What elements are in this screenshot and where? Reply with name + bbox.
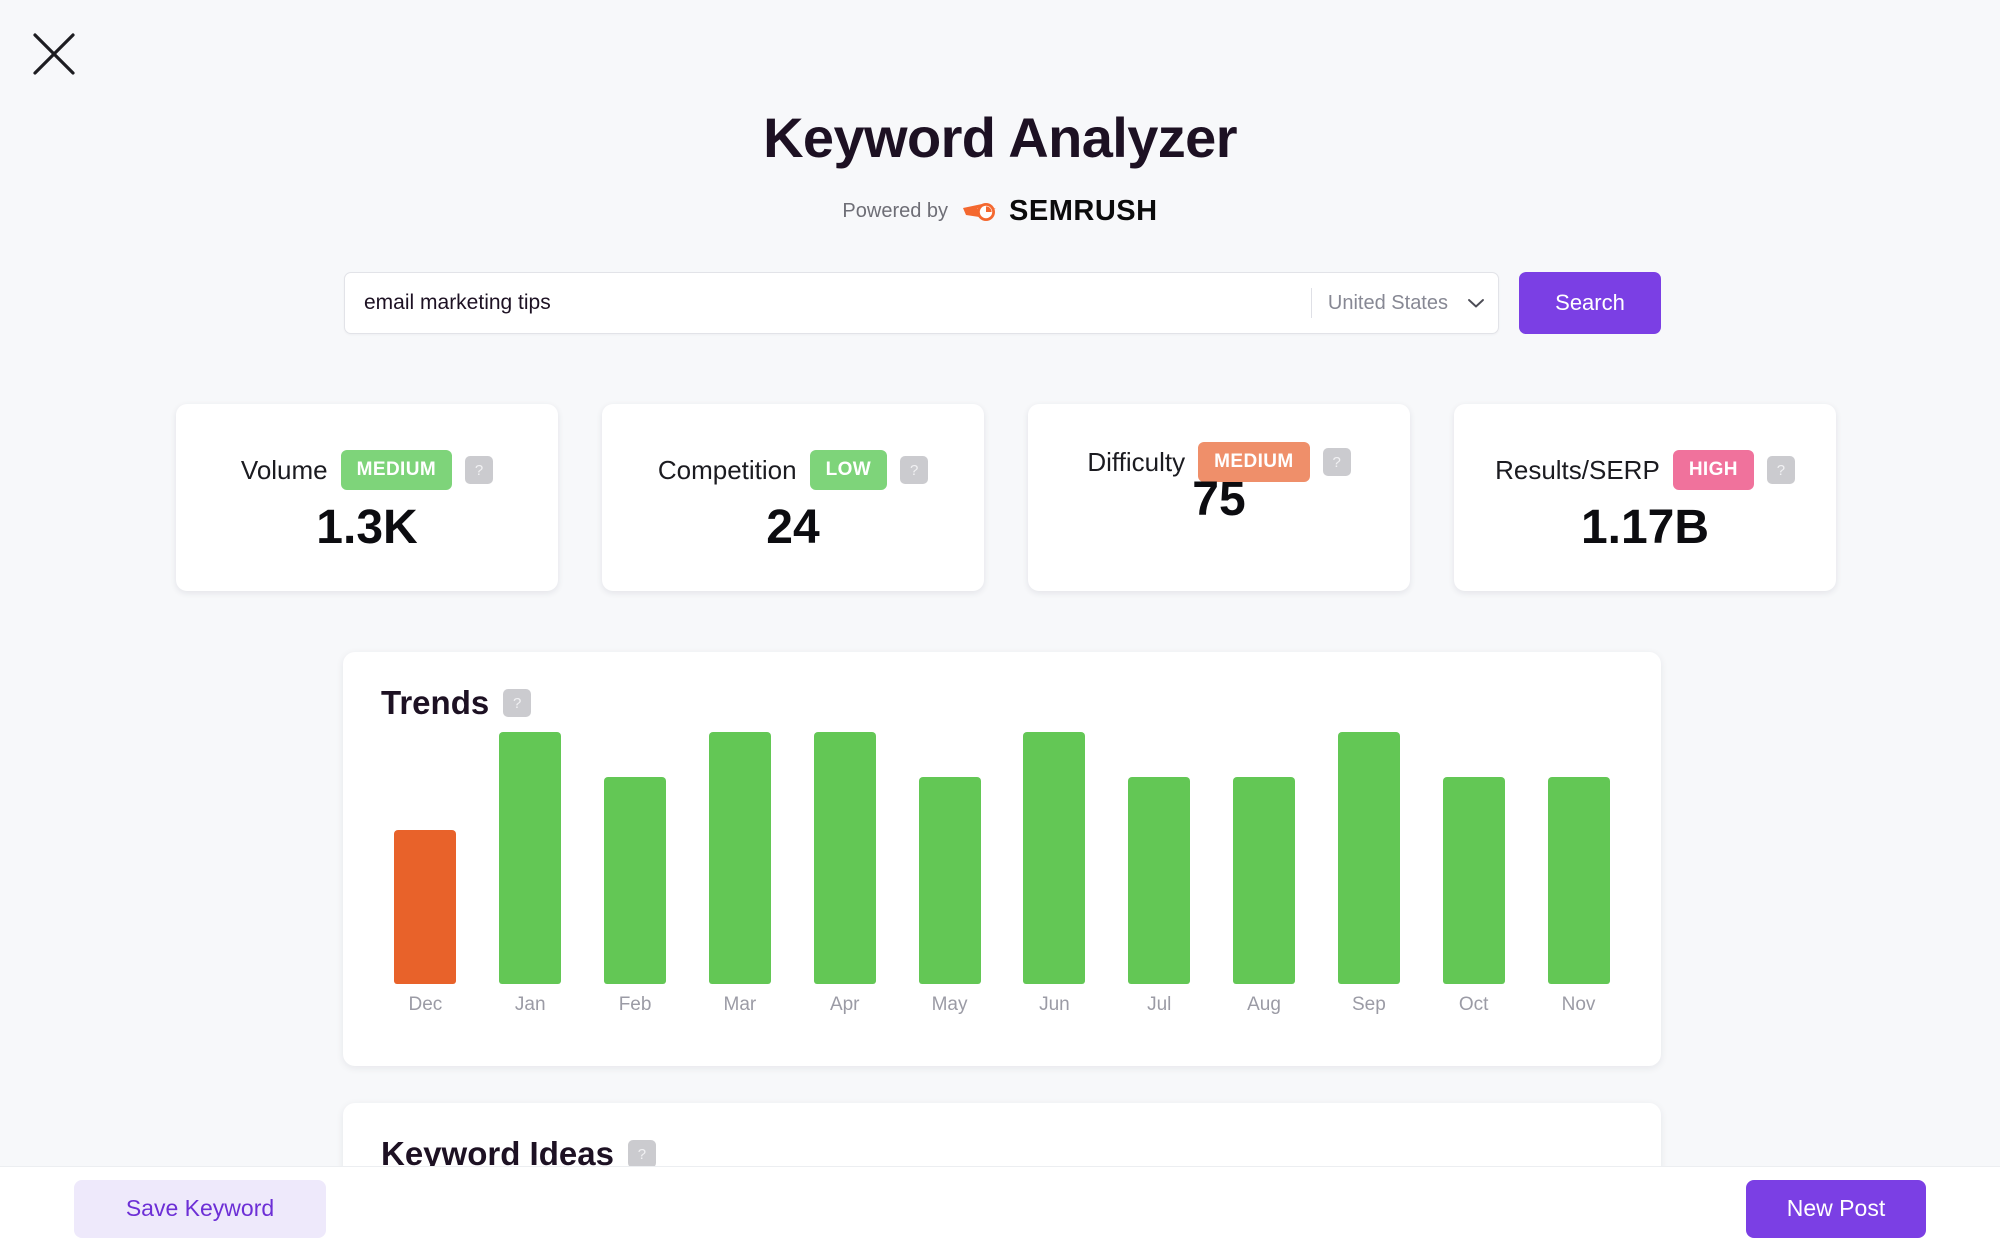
chart-bar-slot <box>583 732 688 984</box>
search-input[interactable] <box>345 273 1311 333</box>
metric-label: Competition <box>657 454 797 485</box>
chart-bar-slot <box>373 732 478 984</box>
chart-bar <box>604 777 667 984</box>
powered-by-label: Powered by <box>842 200 949 222</box>
chart-bar-slot <box>792 732 897 984</box>
semrush-logo: SEMRUSH <box>962 195 1158 228</box>
save-keyword-button[interactable]: Save Keyword <box>74 1179 326 1238</box>
chart-x-label: May <box>931 994 968 1015</box>
chart-x-label: Sep <box>1351 994 1386 1015</box>
chart-x-label: Feb <box>618 994 652 1015</box>
chart-bar <box>1337 732 1400 984</box>
metric-card-results-serp: Results/SERP HIGH ? 1.17B <box>1454 404 1836 591</box>
chart-bar-slot <box>897 732 1002 984</box>
page-title: Keyword Analyzer <box>763 106 1237 169</box>
metric-value: 1.17B <box>1580 501 1710 554</box>
keyword-analyzer-modal: Keyword Analyzer Powered by SEMRUSH Unit… <box>0 0 2000 1250</box>
help-icon[interactable]: ? <box>465 456 494 484</box>
metric-header: Competition LOW ? <box>602 450 984 490</box>
search-row: United States Search <box>344 272 1661 334</box>
chart-bar <box>918 777 981 984</box>
chevron-down-icon[interactable] <box>1454 273 1498 333</box>
chart-bar <box>394 830 457 984</box>
powered-by-row: Powered by SEMRUSH <box>0 195 2000 228</box>
chart-bar-slot <box>1107 732 1212 984</box>
semrush-comet-icon <box>963 202 997 221</box>
chart-bar-slot <box>478 732 583 984</box>
chart-x-label: Aug <box>1247 994 1281 1015</box>
trends-bar-chart: Dec Jan Feb Mar Apr May Jun Jul Aug Sep Oct Nov <box>373 732 1631 1048</box>
help-icon[interactable]: ? <box>503 689 532 717</box>
trends-panel: Trends ? Dec Jan Feb Mar Apr May Jun Jul Aug Sep O… <box>343 652 1661 1066</box>
trends-title: Trends <box>381 684 490 721</box>
metric-label: Volume <box>240 454 328 485</box>
chart-x-label: Apr <box>829 994 860 1015</box>
chart-x-label: Mar <box>723 994 757 1015</box>
chart-x-label: Jul <box>1147 994 1172 1015</box>
metric-header: Volume MEDIUM ? <box>176 450 558 490</box>
chart-x-label: Oct <box>1458 994 1489 1015</box>
chart-bar-slot <box>1421 732 1526 984</box>
metric-card-competition: Competition LOW ? 24 <box>602 404 984 591</box>
chart-x-axis-labels: Dec Jan Feb Mar Apr May Jun Jul Aug Sep Oct Nov <box>373 994 1631 1016</box>
metric-card-difficulty: Difficulty MEDIUM ? 75 <box>1028 404 1410 591</box>
chart-bars <box>373 732 1631 984</box>
chart-x-label: Jun <box>1039 994 1070 1015</box>
metric-header: Results/SERP HIGH ? <box>1454 450 1836 490</box>
chart-bar <box>1442 777 1505 984</box>
metric-label: Results/SERP <box>1495 454 1660 485</box>
chart-x-label: Jan <box>514 994 546 1015</box>
status-badge: MEDIUM <box>340 450 453 490</box>
chart-bar-slot <box>1002 732 1107 984</box>
metric-value: 1.3K <box>316 501 418 554</box>
semrush-wordmark: SEMRUSH <box>1009 195 1158 227</box>
chart-bar-slot <box>1316 732 1421 984</box>
status-badge: HIGH <box>1672 450 1754 490</box>
trends-header: Trends ? <box>381 684 532 722</box>
chart-bar <box>1547 777 1610 984</box>
metric-value: 24 <box>766 501 820 554</box>
footer-bar: Save Keyword New Post <box>0 1166 2000 1250</box>
chart-bar <box>1128 777 1191 984</box>
chart-bar <box>1023 732 1086 984</box>
search-button[interactable]: Search <box>1519 272 1661 334</box>
status-badge: LOW <box>809 450 888 490</box>
close-icon[interactable] <box>26 26 82 82</box>
chart-bar-slot <box>1526 732 1631 984</box>
metric-card-volume: Volume MEDIUM ? 1.3K <box>176 404 558 591</box>
new-post-button[interactable]: New Post <box>1746 1179 1926 1238</box>
help-icon[interactable]: ? <box>1766 456 1795 484</box>
help-icon[interactable]: ? <box>627 1140 656 1168</box>
chart-x-label: Nov <box>1561 994 1596 1015</box>
help-icon[interactable]: ? <box>900 456 929 484</box>
metric-cards: Volume MEDIUM ? 1.3K Competition LOW ? 2… <box>176 404 1836 591</box>
chart-bar <box>708 732 771 984</box>
country-select-value[interactable]: United States <box>1312 273 1454 333</box>
chart-bar-slot <box>1212 732 1317 984</box>
chart-bar <box>499 732 562 984</box>
search-field[interactable]: United States <box>344 272 1499 334</box>
chart-bar <box>813 732 876 984</box>
chart-bar-slot <box>687 732 792 984</box>
chart-bar <box>1233 777 1296 984</box>
chart-x-label: Dec <box>408 994 443 1015</box>
metric-value: 75 <box>1192 473 1246 526</box>
